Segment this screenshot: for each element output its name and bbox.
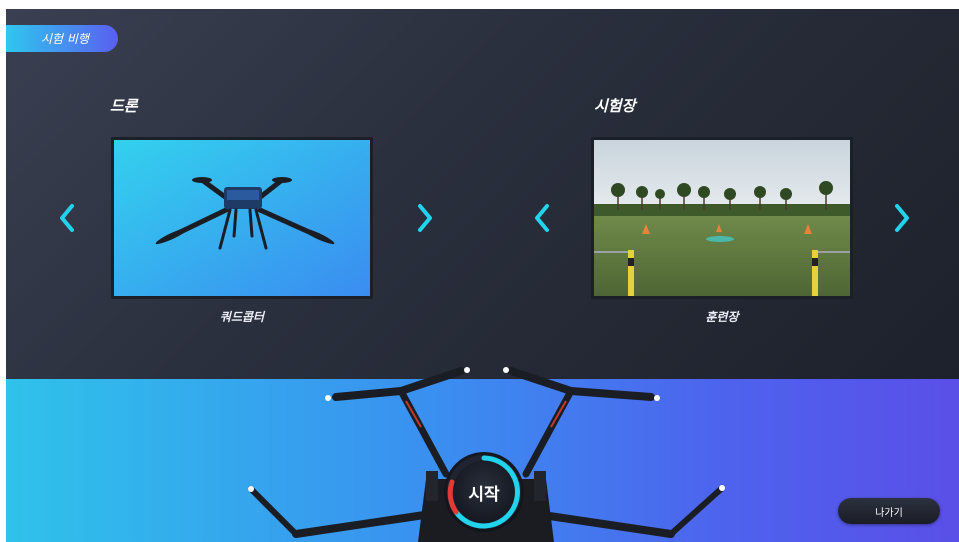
test-flight-screen: 시험 비행 드론 쿼드콥터 시험장 훈련장 시작 나가기 xyxy=(6,9,959,542)
drone-prev-button[interactable] xyxy=(55,200,79,236)
field-prev-button[interactable] xyxy=(530,200,554,236)
start-button[interactable]: 시작 xyxy=(444,452,524,532)
mode-label: 시험 비행 xyxy=(41,32,89,46)
start-label: 시작 xyxy=(468,484,500,505)
drone-next-button[interactable] xyxy=(413,200,437,236)
chevron-left-icon xyxy=(535,204,549,232)
chevron-left-icon xyxy=(60,204,74,232)
mode-tab: 시험 비행 xyxy=(6,25,118,52)
field-caption: 훈련장 xyxy=(705,310,739,324)
exit-button[interactable]: 나가기 xyxy=(838,498,940,524)
field-next-button[interactable] xyxy=(890,200,914,236)
quadcopter-image xyxy=(114,140,370,296)
field-preview-card[interactable] xyxy=(591,137,853,299)
field-section-title: 시험장 xyxy=(594,97,636,115)
chevron-right-icon xyxy=(418,204,432,232)
drone-section-title: 드론 xyxy=(110,97,138,115)
chevron-right-icon xyxy=(895,204,909,232)
drone-caption: 쿼드콥터 xyxy=(219,310,265,324)
drone-preview-card[interactable] xyxy=(111,137,373,299)
training-field-image xyxy=(594,140,850,296)
exit-label: 나가기 xyxy=(875,507,903,519)
